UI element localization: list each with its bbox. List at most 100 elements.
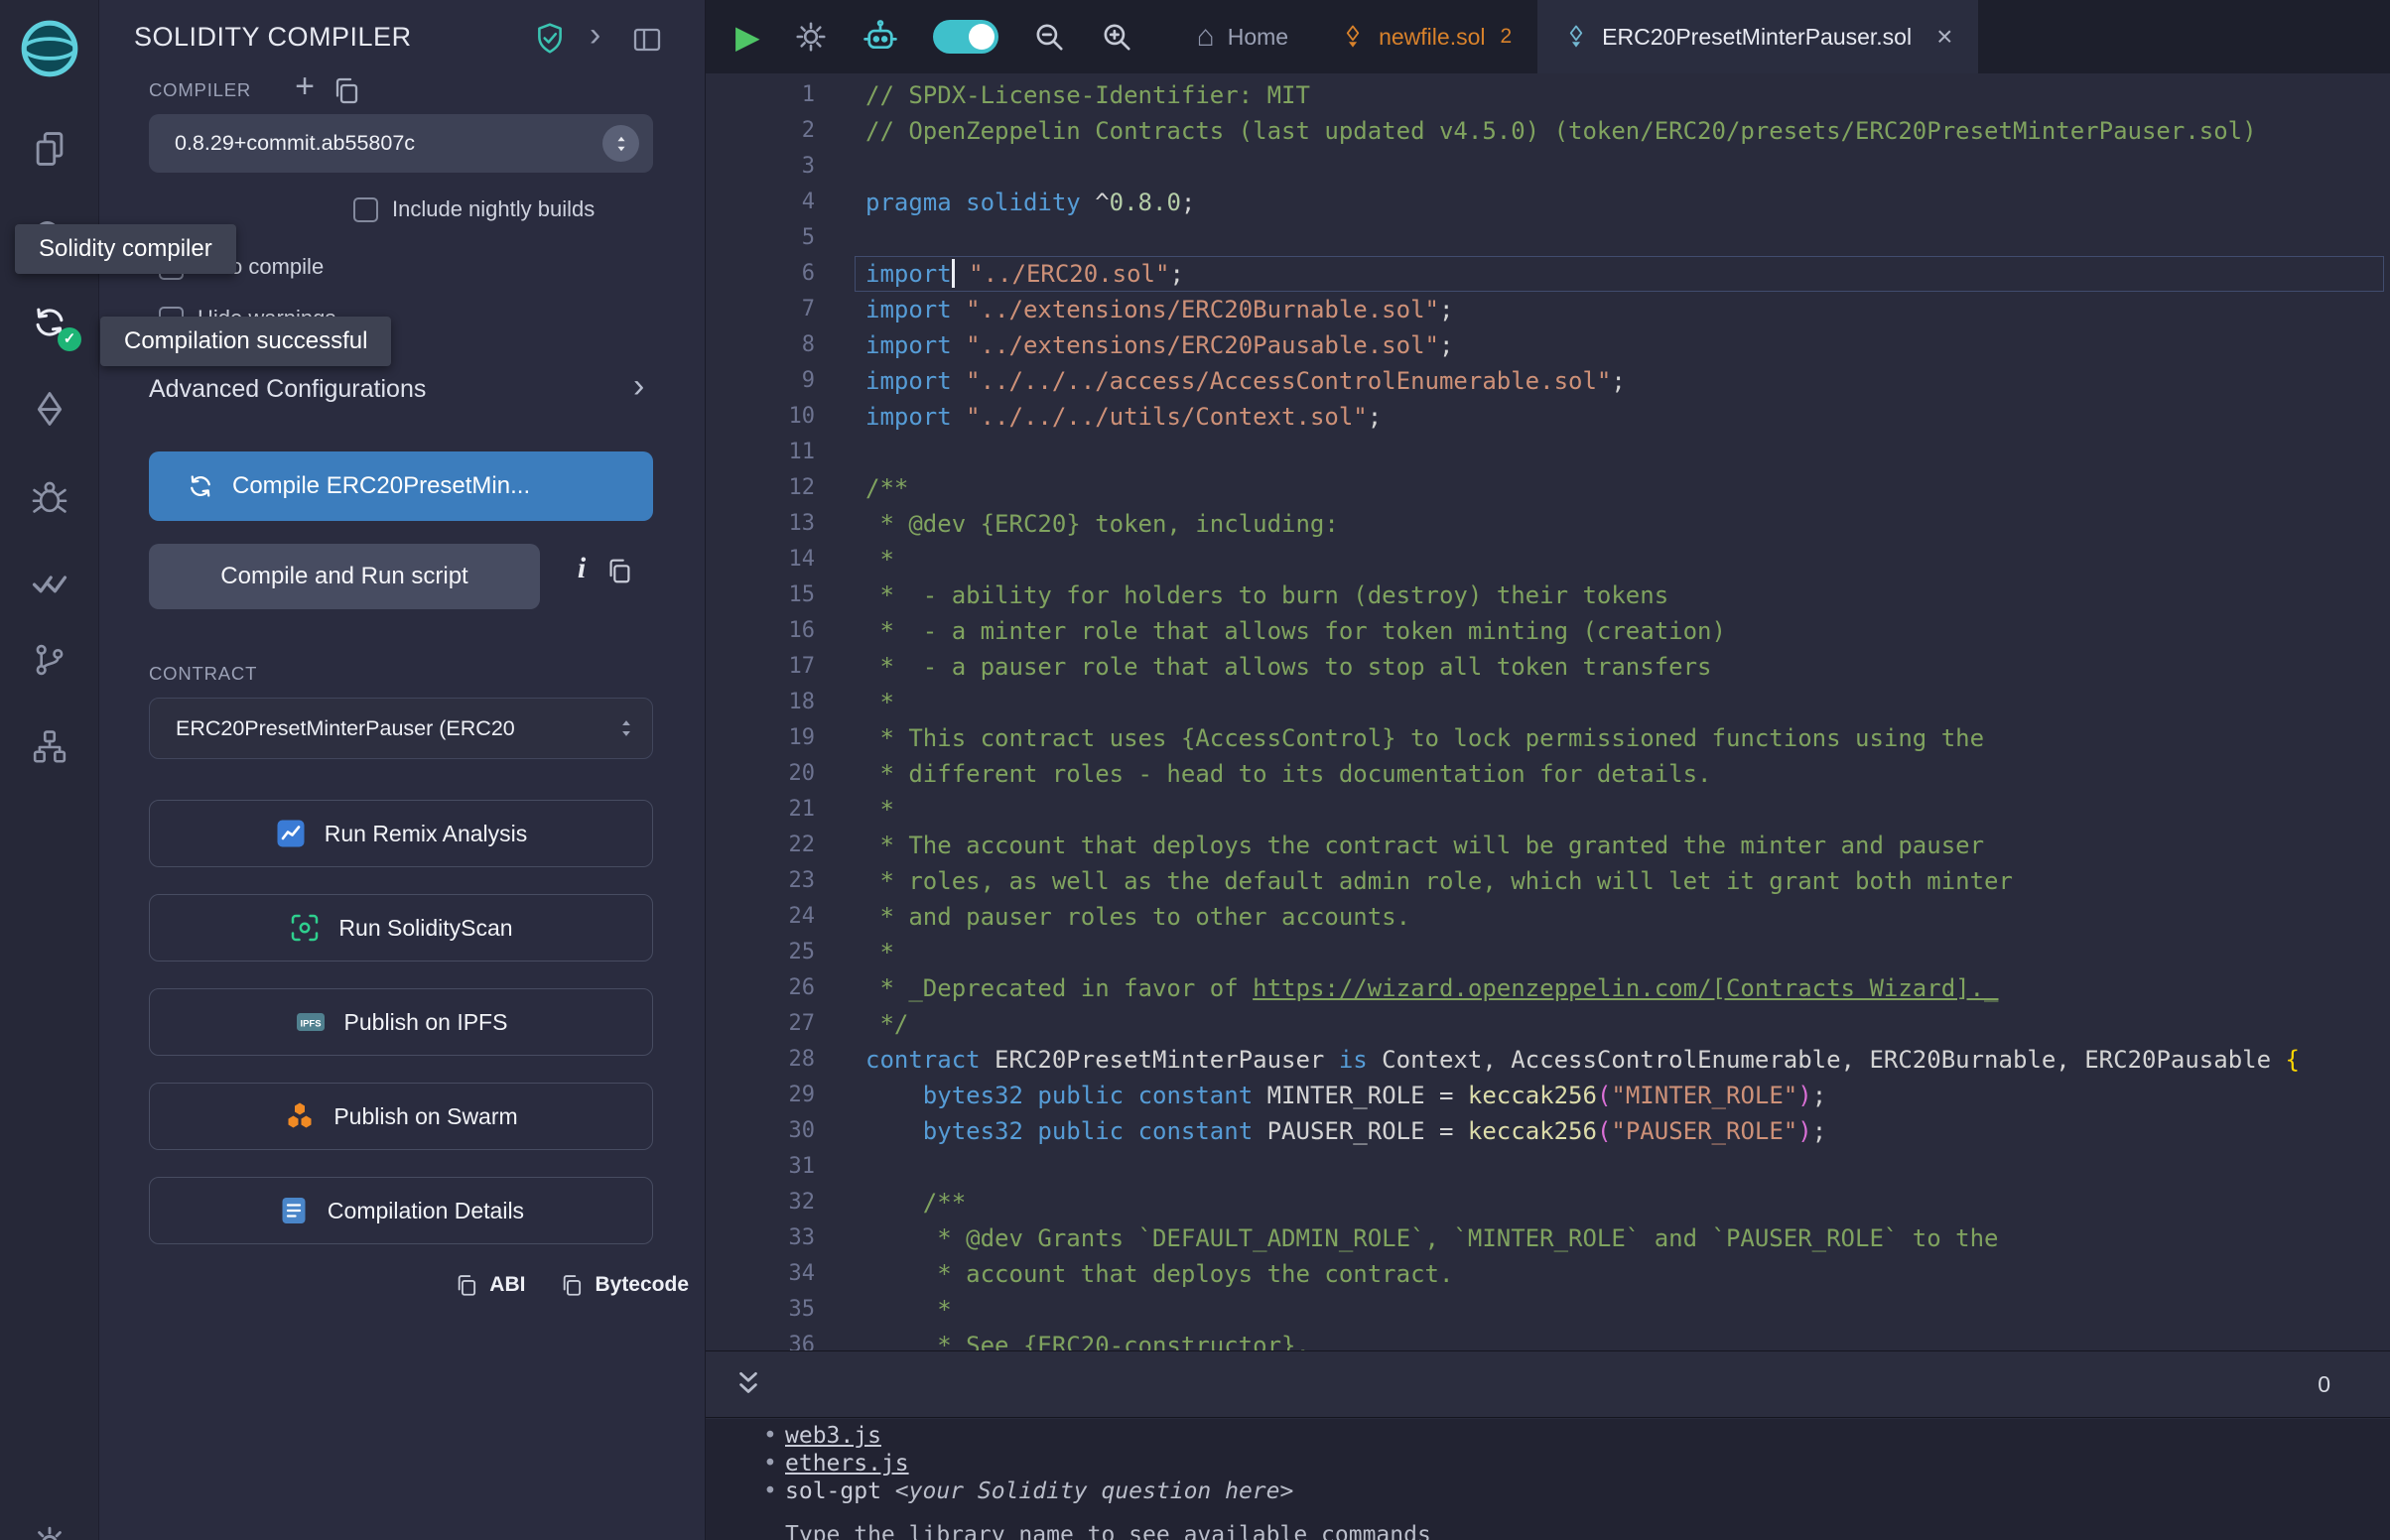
code-line[interactable]: 15 * - ability for holders to burn (dest… bbox=[706, 578, 2390, 613]
code-text: * bbox=[865, 792, 894, 828]
close-tab-icon[interactable]: × bbox=[1936, 23, 1952, 51]
code-line[interactable]: 32 /** bbox=[706, 1185, 2390, 1220]
code-line[interactable]: 11 bbox=[706, 435, 2390, 470]
refresh-icon bbox=[187, 472, 214, 500]
solidity-file-icon bbox=[1563, 24, 1589, 50]
tab-newfile-sol[interactable]: newfile.sol2 bbox=[1314, 0, 1537, 73]
run-script-icon[interactable]: ▶ bbox=[735, 21, 760, 53]
line-number: 20 bbox=[706, 756, 815, 792]
compiler-version-select[interactable]: 0.8.29+commit.ab55807c bbox=[149, 114, 653, 173]
pin-panel-icon[interactable] bbox=[631, 24, 663, 56]
code-line[interactable]: 1// SPDX-License-Identifier: MIT bbox=[706, 77, 2390, 113]
tab-erc20presetminterpauser-sol[interactable]: ERC20PresetMinterPauser.sol× bbox=[1537, 0, 1978, 73]
code-line[interactable]: 27 */ bbox=[706, 1006, 2390, 1042]
ai-copilot-toggle[interactable] bbox=[933, 20, 998, 54]
checkbox[interactable] bbox=[353, 197, 378, 222]
code-line[interactable]: 31 bbox=[706, 1149, 2390, 1185]
code-line[interactable]: 25 * bbox=[706, 935, 2390, 970]
expand-terminal-icon[interactable] bbox=[731, 1367, 765, 1401]
code-line[interactable]: 14 * bbox=[706, 542, 2390, 578]
terminal-link[interactable]: web3.js bbox=[785, 1422, 881, 1450]
compilation-details-button[interactable]: Compilation Details bbox=[149, 1177, 653, 1244]
terminal-text: sol-gpt bbox=[785, 1477, 895, 1505]
code-line[interactable]: 23 * roles, as well as the default admin… bbox=[706, 863, 2390, 899]
code-line[interactable]: 5 bbox=[706, 220, 2390, 256]
copy-icon[interactable] bbox=[331, 74, 362, 106]
code-line[interactable]: 29 bytes32 public constant MINTER_ROLE =… bbox=[706, 1078, 2390, 1113]
code-line[interactable]: 6import "../ERC20.sol"; bbox=[706, 256, 2390, 292]
run-remix-analysis-button[interactable]: Run Remix Analysis bbox=[149, 800, 653, 867]
line-number: 19 bbox=[706, 720, 815, 756]
advanced-configurations[interactable]: Advanced Configurations bbox=[149, 375, 426, 404]
unit-testing-icon[interactable] bbox=[0, 553, 99, 614]
code-line[interactable]: 18 * bbox=[706, 685, 2390, 720]
select-arrows-icon bbox=[602, 125, 639, 162]
code-line[interactable]: 30 bytes32 public constant PAUSER_ROLE =… bbox=[706, 1113, 2390, 1149]
code-line[interactable]: 33 * @dev Grants `DEFAULT_ADMIN_ROLE`, `… bbox=[706, 1220, 2390, 1256]
code-line[interactable]: 13 * @dev {ERC20} token, including: bbox=[706, 506, 2390, 542]
script-config-gear-icon[interactable] bbox=[794, 20, 828, 54]
code-line[interactable]: 16 * - a minter role that allows for tok… bbox=[706, 613, 2390, 649]
debugger-icon[interactable] bbox=[0, 465, 99, 527]
code-line[interactable]: 4pragma solidity ^0.8.0; bbox=[706, 185, 2390, 220]
code-line[interactable]: 24 * and pauser roles to other accounts. bbox=[706, 899, 2390, 935]
code-line[interactable]: 2// OpenZeppelin Contracts (last updated… bbox=[706, 113, 2390, 149]
code-line[interactable]: 36 * See {ERC20-constructor}. bbox=[706, 1328, 2390, 1350]
chevron-right-icon[interactable]: › bbox=[633, 367, 644, 406]
copy-icon bbox=[454, 1272, 479, 1298]
code-line[interactable]: 19 * This contract uses {AccessControl} … bbox=[706, 720, 2390, 756]
code-line[interactable]: 9import "../../../access/AccessControlEn… bbox=[706, 363, 2390, 399]
line-number: 28 bbox=[706, 1042, 815, 1078]
remix-logo-icon[interactable] bbox=[17, 16, 82, 81]
compile-button[interactable]: Compile ERC20PresetMin... bbox=[149, 451, 653, 521]
deploy-run-icon[interactable] bbox=[0, 378, 99, 440]
code-line[interactable]: 10import "../../../utils/Context.sol"; bbox=[706, 399, 2390, 435]
code-line[interactable]: 3 bbox=[706, 149, 2390, 185]
terminal[interactable]: •web3.js•ethers.js•sol-gpt <your Solidit… bbox=[706, 1419, 2390, 1540]
code-line[interactable]: 34 * account that deploys the contract. bbox=[706, 1256, 2390, 1292]
settings-icon[interactable] bbox=[0, 1512, 99, 1540]
git-icon[interactable] bbox=[0, 629, 99, 691]
tab-home[interactable]: ⌂Home bbox=[1171, 0, 1314, 73]
file-explorer-icon[interactable] bbox=[0, 118, 99, 180]
checkbox-include-nightly-builds[interactable]: Include nightly builds bbox=[353, 196, 595, 222]
terminal-line: •web3.js bbox=[763, 1422, 2390, 1450]
code-line[interactable]: 8import "../extensions/ERC20Pausable.sol… bbox=[706, 327, 2390, 363]
compile-and-run-label: Compile and Run script bbox=[220, 563, 467, 590]
plugin-manager-icon[interactable] bbox=[0, 716, 99, 778]
tab-error-badge: 2 bbox=[1500, 25, 1512, 49]
remix-ai-robot-icon[interactable] bbox=[862, 18, 899, 56]
line-number: 23 bbox=[706, 863, 815, 899]
code-line[interactable]: 26 * _Deprecated in favor of https://wiz… bbox=[706, 970, 2390, 1006]
code-line[interactable]: 35 * bbox=[706, 1292, 2390, 1328]
terminal-link[interactable]: ethers.js bbox=[785, 1450, 909, 1477]
editor-toolbar: ▶ bbox=[706, 18, 1157, 56]
verified-shield-icon bbox=[533, 22, 567, 56]
compile-and-run-script-button[interactable]: Compile and Run script bbox=[149, 544, 540, 609]
publish-on-swarm-button[interactable]: Publish on Swarm bbox=[149, 1083, 653, 1150]
code-line[interactable]: 7import "../extensions/ERC20Burnable.sol… bbox=[706, 292, 2390, 327]
code-line[interactable]: 21 * bbox=[706, 792, 2390, 828]
copy-bytecode-button[interactable]: Bytecode bbox=[559, 1272, 689, 1298]
contract-select[interactable]: ERC20PresetMinterPauser (ERC20 bbox=[149, 698, 653, 759]
code-line[interactable]: 22 * The account that deploys the contra… bbox=[706, 828, 2390, 863]
code-editor[interactable]: 1// SPDX-License-Identifier: MIT2// Open… bbox=[706, 73, 2390, 1350]
solidity-compiler-icon[interactable]: ✓ bbox=[0, 292, 99, 353]
copy-abi-button[interactable]: ABI bbox=[454, 1272, 525, 1298]
code-line[interactable]: 20 * different roles - head to its docum… bbox=[706, 756, 2390, 792]
line-number: 32 bbox=[706, 1185, 815, 1220]
line-number: 31 bbox=[706, 1149, 815, 1185]
code-line[interactable]: 12/** bbox=[706, 470, 2390, 506]
code-line[interactable]: 17 * - a pauser role that allows to stop… bbox=[706, 649, 2390, 685]
code-text: * and pauser roles to other accounts. bbox=[865, 899, 1410, 935]
code-line[interactable]: 28contract ERC20PresetMinterPauser is Co… bbox=[706, 1042, 2390, 1078]
zoom-in-icon[interactable] bbox=[1100, 20, 1133, 54]
contract-select-value: ERC20PresetMinterPauser (ERC20 bbox=[176, 716, 606, 741]
zoom-out-icon[interactable] bbox=[1032, 20, 1066, 54]
publish-on-ipfs-button[interactable]: IPFSPublish on IPFS bbox=[149, 988, 653, 1056]
info-icon[interactable]: i bbox=[567, 552, 597, 585]
run-solidityscan-button[interactable]: Run SolidityScan bbox=[149, 894, 653, 962]
copy-icon[interactable] bbox=[604, 556, 634, 585]
chevron-right-icon[interactable]: › bbox=[590, 16, 600, 55]
add-custom-compiler-icon[interactable]: + bbox=[288, 67, 322, 106]
